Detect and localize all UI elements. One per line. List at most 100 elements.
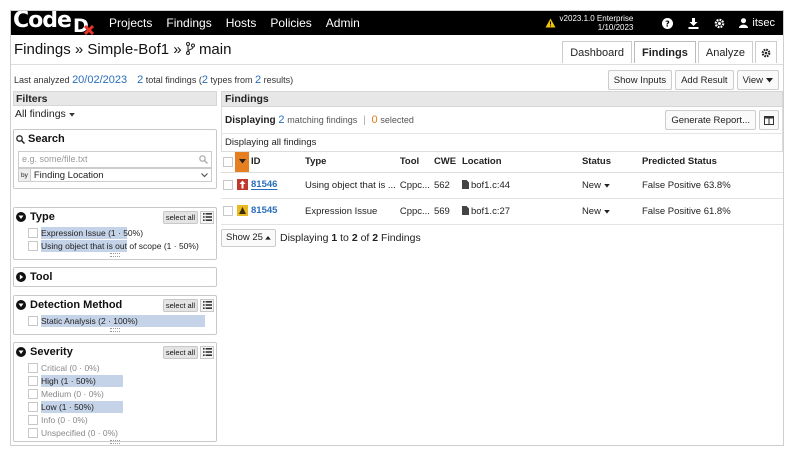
view-menu-button[interactable]: View [736,70,779,90]
tab-findings[interactable]: Findings [634,41,696,63]
option-checkbox[interactable] [28,401,38,412]
filters-panel: Filters All findings Search e.g. some/fi… [13,91,217,445]
gear-icon[interactable] [713,17,725,29]
detection-header[interactable]: Detection Method select all [14,296,216,314]
col-predicted-status[interactable]: Predicted Status [639,152,783,173]
option-checkbox[interactable] [28,315,38,326]
type-header[interactable]: Type select all [14,208,216,226]
type-option[interactable]: Using object that is out of scope (1 · 5… [28,239,216,252]
download-icon[interactable] [687,17,699,29]
pager-of-label: of [360,231,370,244]
nav-findings[interactable]: Findings [166,16,211,30]
file-icon [461,180,469,190]
sort-severity-column[interactable] [235,152,249,173]
option-checkbox[interactable] [28,414,38,425]
analysis-summary: Last analyzed 20/02/2023 2 total finding… [14,74,293,86]
search-input[interactable]: e.g. some/file.txt [18,151,212,168]
select-all-checkbox[interactable] [223,156,233,167]
help-icon[interactable]: ? [661,17,673,29]
option-checkbox[interactable] [28,427,38,438]
version-info[interactable]: v2023.1.0 Enterprise 1/10/2023 [545,14,633,32]
search-by-label: by [19,169,31,181]
id-cell: 81546 [235,172,303,199]
logo-x-mark: D [73,17,95,35]
tab-analyze[interactable]: Analyze [697,41,753,63]
col-type[interactable]: Type [303,152,398,173]
types-label: types from [210,75,253,85]
user-menu[interactable]: itsec [739,17,775,29]
option-checkbox[interactable] [28,362,38,373]
show-inputs-button[interactable]: Show Inputs [607,70,673,90]
resize-handle[interactable] [110,440,120,444]
option-checkbox[interactable] [28,375,38,386]
table-row[interactable]: 81546 Using object that is ... Cppc... 5… [221,172,783,199]
option-checkbox[interactable] [28,388,38,399]
location-text[interactable]: bof1.c:27 [471,206,510,217]
nav-projects[interactable]: Projects [109,16,152,30]
severity-option-critical[interactable]: Critical (0 · 0%) [28,361,216,374]
type-cell: Expression Issue [303,198,398,225]
select-all-checkbox-cell [221,152,235,173]
severity-option-medium[interactable]: Medium (0 · 0%) [28,387,216,400]
file-icon [461,206,469,216]
option-label: Medium (0 · 0%) [41,388,104,399]
finding-id-link[interactable]: 81546 [251,180,277,191]
resize-handle[interactable] [110,253,120,257]
detection-select-all-button[interactable]: select all [162,298,198,312]
severity-select-all-button[interactable]: select all [162,345,198,359]
severity-option-unspecified[interactable]: Unspecified (0 · 0%) [28,426,216,439]
tab-settings[interactable] [755,41,777,63]
status-dropdown[interactable]: New [579,172,640,199]
type-select-all-button[interactable]: select all [162,210,198,224]
list-view-button[interactable] [200,298,214,312]
predicted-status-cell: False Positive 61.8% [639,198,783,225]
option-checkbox[interactable] [28,227,38,238]
search-placeholder: e.g. some/file.txt [22,154,88,164]
severity-high-icon [237,179,248,191]
severity-header[interactable]: Severity select all [14,343,216,361]
resize-handle[interactable] [110,328,120,332]
row-checkbox[interactable] [223,205,233,216]
row-checkbox[interactable] [223,179,233,190]
col-location[interactable]: Location [459,152,580,173]
type-option[interactable]: Expression Issue (1 · 50%) [28,226,216,239]
detection-option[interactable]: Static Analysis (2 · 100%) [28,314,216,327]
results-label: results) [263,75,294,85]
list-view-button[interactable] [200,345,214,359]
col-cwe[interactable]: CWE [431,152,460,173]
results-count[interactable]: 2 [255,74,261,86]
add-result-button[interactable]: Add Result [675,70,734,90]
status-dropdown[interactable]: New [579,198,640,225]
tool-header[interactable]: Tool [14,268,216,286]
last-analyzed-date[interactable]: 20/02/2023 [72,74,127,86]
total-findings-count[interactable]: 2 [137,74,143,86]
row-checkbox-cell [221,172,235,199]
generate-report-button[interactable]: Generate Report... [665,110,756,130]
cwe-cell: 562 [431,172,460,199]
col-status[interactable]: Status [579,152,640,173]
nav-policies[interactable]: Policies [270,16,311,30]
page-size-dropdown[interactable]: Show 25 [221,228,276,247]
option-checkbox[interactable] [28,240,38,251]
branch-name[interactable]: main [199,41,232,58]
types-count[interactable]: 2 [202,74,208,86]
table-header-row: ID Type Tool CWE Location Status Predict… [221,152,783,173]
severity-option-low[interactable]: Low (1 · 50%) [28,400,216,413]
list-view-button[interactable] [200,210,214,224]
nav-hosts[interactable]: Hosts [226,16,257,30]
option-label: Expression Issue (1 · 50%) [41,227,144,238]
filter-preset-dropdown[interactable]: All findings [13,106,217,122]
table-row[interactable]: 81545 Expression Issue Cppc... 569 bof1.… [221,198,783,225]
location-text[interactable]: bof1.c:44 [471,180,510,191]
search-by-select[interactable]: by Finding Location [18,168,212,182]
severity-option-high[interactable]: High (1 · 50%) [28,374,216,387]
findings-header: Findings [221,91,783,107]
col-tool[interactable]: Tool [397,152,432,173]
severity-option-info[interactable]: Info (0 · 0%) [28,413,216,426]
col-id[interactable]: ID [249,152,303,173]
nav-admin[interactable]: Admin [326,16,360,30]
finding-id-link[interactable]: 81545 [251,206,277,217]
tab-dashboard[interactable]: Dashboard [562,41,633,63]
split-view-button[interactable] [759,110,779,130]
codedx-logo[interactable]: Code D [13,11,99,35]
